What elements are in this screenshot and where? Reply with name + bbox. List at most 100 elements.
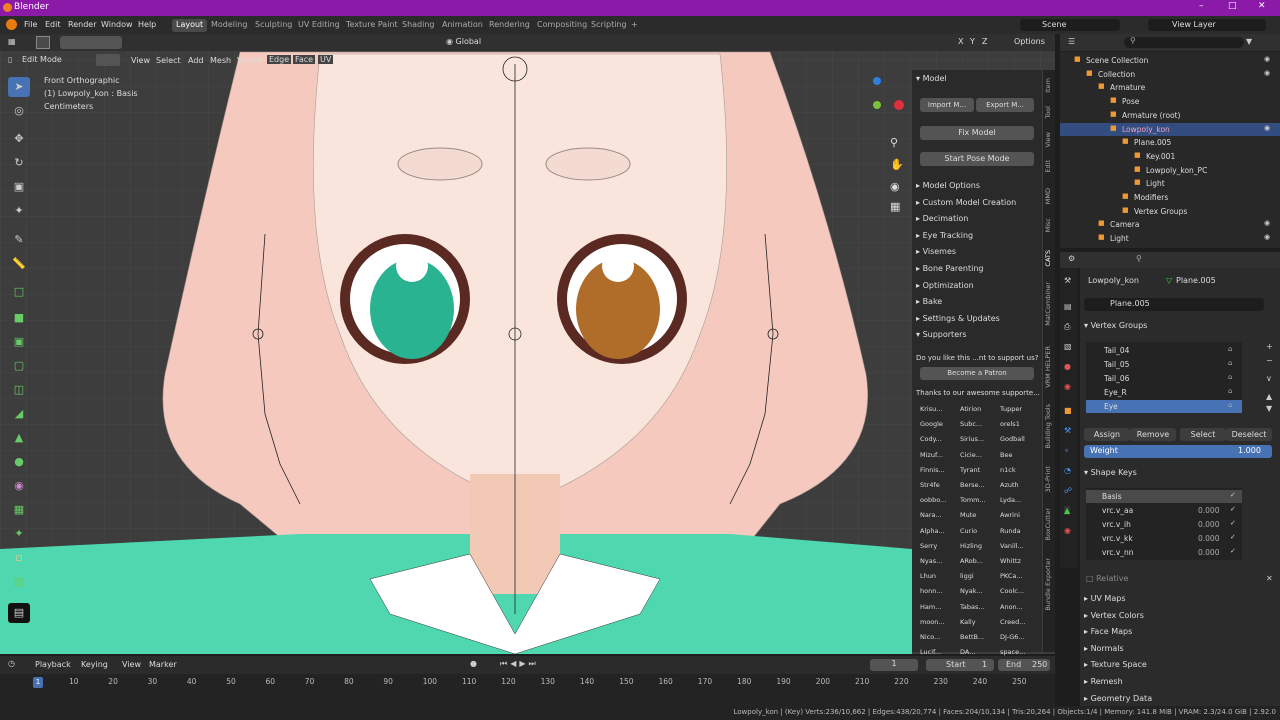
fix-model-button[interactable]: Fix Model (920, 126, 1034, 140)
tab-mmd[interactable]: MMD (1044, 188, 1052, 204)
lock-icon[interactable]: ⌂ (1228, 359, 1232, 367)
tab-rendering[interactable]: Rendering (485, 19, 534, 32)
last-tool-icon[interactable]: ▤ (8, 603, 30, 623)
axis-x-toggle[interactable]: X (958, 37, 963, 46)
remove-button[interactable]: Remove (1130, 428, 1176, 441)
data-tab-icon[interactable]: ▲ (1064, 506, 1071, 515)
shape-key-row[interactable]: vrc.v_ih 0.000 ✓ (1086, 518, 1242, 531)
outliner-row[interactable]: ■ Camera ◉ (1060, 218, 1280, 231)
tab-item[interactable]: Item (1044, 78, 1052, 93)
tab-sculpting[interactable]: Sculpting (251, 19, 296, 32)
outliner-row[interactable]: ■ Plane.005 (1060, 136, 1280, 149)
output-tab-icon[interactable]: ⎙ (1064, 322, 1070, 332)
deselect-button[interactable]: Deselect (1226, 428, 1272, 441)
tab-modeling[interactable]: Modeling (207, 19, 251, 32)
menu-edit[interactable]: Edit (45, 20, 61, 29)
tab-shading[interactable]: Shading (398, 19, 439, 32)
axis-y-toggle[interactable]: Y (970, 37, 975, 46)
outliner-row[interactable]: ■ Pose (1060, 95, 1280, 108)
3d-viewport[interactable]: Front Orthographic (1) Lowpoly_kon : Bas… (0, 34, 1055, 655)
lock-icon[interactable]: ⌂ (1228, 373, 1232, 381)
playback-controls[interactable]: ⏮◀▶⏭ (500, 659, 539, 669)
physics-tab-icon[interactable]: ◔ (1064, 466, 1071, 475)
shape-key-checkbox[interactable]: ✓ (1230, 519, 1236, 527)
visibility-eye-icon[interactable]: ◉ (1264, 124, 1270, 132)
visibility-eye-icon[interactable]: ◉ (1264, 55, 1270, 63)
loop-cut-tool-icon[interactable]: ◫ (8, 380, 30, 400)
spin-tool-icon[interactable]: ● (8, 452, 30, 472)
minimize-button[interactable]: – (1199, 1, 1204, 11)
end-frame-field[interactable]: End 250 (998, 659, 1050, 671)
editor-type-icon[interactable]: ▦ (8, 37, 16, 46)
outliner-row[interactable]: ■ Scene Collection ◉ (1060, 54, 1280, 67)
menu-edge[interactable]: Edge (267, 55, 292, 64)
measure-tool-icon[interactable]: 📏 (8, 254, 30, 274)
menu-window[interactable]: Window (101, 20, 133, 29)
outliner-row[interactable]: ■ Armature (1060, 81, 1280, 94)
outliner-row[interactable]: ■ Vertex Groups (1060, 205, 1280, 218)
outliner-row[interactable]: ■ Armature (root) (1060, 109, 1280, 122)
vertex-groups-header[interactable]: ▾ Vertex Groups (1084, 321, 1147, 330)
outliner-row[interactable]: ■ Lowpoly_kon ◉ (1060, 122, 1280, 136)
shape-key-row[interactable]: Basis ✓ (1086, 490, 1242, 503)
tab-uv-editing[interactable]: UV Editing (294, 19, 344, 32)
modifier-tab-icon[interactable]: ⚒ (1064, 426, 1071, 435)
material-tab-icon[interactable]: ◉ (1064, 526, 1071, 535)
properties-panel-header[interactable]: ▸ Face Maps (1084, 627, 1274, 641)
world-tab-icon[interactable]: ◉ (1064, 382, 1071, 391)
timeline-playback-menu[interactable]: Playback (35, 660, 71, 669)
vertex-group-row[interactable]: Tail_05 ⌂ (1086, 358, 1242, 371)
timeline-track[interactable]: 10 20 30 40 50 60 70 80 90 100 110 120 130 140 150 160 1… (0, 674, 1055, 708)
menu-view[interactable]: View (131, 56, 150, 65)
vertex-group-row[interactable]: Tail_04 ⌂ (1086, 344, 1242, 357)
section-visemes[interactable]: ▸ Visemes (916, 247, 956, 256)
shape-key-checkbox[interactable]: ✓ (1230, 547, 1236, 555)
properties-search-icon[interactable]: ⚲ (1136, 254, 1142, 263)
section-bone-parenting[interactable]: ▸ Bone Parenting (916, 264, 983, 273)
filter-icon[interactable]: ▼ (1246, 37, 1252, 46)
timeline-marker-menu[interactable]: Marker (149, 660, 177, 669)
tab-view[interactable]: View (1044, 132, 1052, 147)
move-down-icon[interactable]: ▼ (1266, 404, 1272, 413)
become-patron-button[interactable]: Become a Patron (920, 367, 1034, 380)
playhead[interactable]: 1 (33, 677, 43, 688)
tab-compositing[interactable]: Compositing (533, 19, 591, 32)
vertex-groups-list[interactable]: Tail_04 ⌂ Tail_05 ⌂ Tail_06 ⌂ Eye_R ⌂ Eye ⌂ (1086, 342, 1242, 413)
blender-menu-icon[interactable] (6, 19, 17, 30)
menu-select[interactable]: Select (156, 56, 181, 65)
outliner-row[interactable]: ■ Collection ◉ (1060, 68, 1280, 81)
start-frame-field[interactable]: Start 1 (926, 659, 994, 671)
mode-selector[interactable]: Edit Mode (22, 55, 62, 64)
outliner-search-input[interactable]: ⚲ (1124, 36, 1244, 48)
perspective-grid-icon[interactable]: ▦ (890, 200, 900, 213)
viewport-canvas[interactable] (0, 34, 1055, 655)
render-tab-icon[interactable]: ▤ (1064, 302, 1072, 311)
tab-vrm-helper[interactable]: VRM HELPER (1044, 346, 1052, 388)
add-cube-tool-icon[interactable]: □ (8, 282, 30, 302)
outliner-row[interactable]: ■ Light (1060, 177, 1280, 190)
model-panel-header[interactable]: ▾ Model (916, 74, 947, 83)
relative-checkbox[interactable]: □ Relative (1086, 574, 1128, 583)
rotate-tool-icon[interactable]: ↻ (8, 153, 30, 173)
annotate-tool-icon[interactable]: ✎ (8, 230, 30, 250)
properties-panel-header[interactable]: ▸ Texture Space (1084, 660, 1274, 674)
shape-key-row[interactable]: vrc.v_nn 0.000 ✓ (1086, 546, 1242, 559)
transform-tool-icon[interactable]: ✦ (8, 201, 30, 221)
assign-button[interactable]: Assign (1084, 428, 1130, 441)
move-up-icon[interactable]: ▲ (1266, 392, 1272, 401)
menu-file[interactable]: File (24, 20, 37, 29)
record-icon[interactable]: ● (470, 659, 477, 668)
shape-key-row[interactable]: vrc.v_kk 0.000 ✓ (1086, 532, 1242, 545)
tab-animation[interactable]: Animation (438, 19, 487, 32)
tab-cats[interactable]: CATS (1044, 250, 1052, 267)
tab-layout[interactable]: Layout (172, 19, 208, 32)
outliner-row[interactable]: ■ Light ◉ (1060, 232, 1280, 245)
section-eye-tracking[interactable]: ▸ Eye Tracking (916, 231, 973, 240)
poly-build-tool-icon[interactable]: ▲ (8, 428, 30, 448)
section-bake[interactable]: ▸ Bake (916, 297, 942, 306)
scale-tool-icon[interactable]: ▣ (8, 177, 30, 197)
edge-slide-tool-icon[interactable]: ▦ (8, 500, 30, 520)
tab-scripting[interactable]: Scripting (587, 19, 631, 32)
particles-tab-icon[interactable]: ∘ (1064, 446, 1069, 455)
outliner-row[interactable]: ■ Lowpoly_kon_PC (1060, 164, 1280, 177)
